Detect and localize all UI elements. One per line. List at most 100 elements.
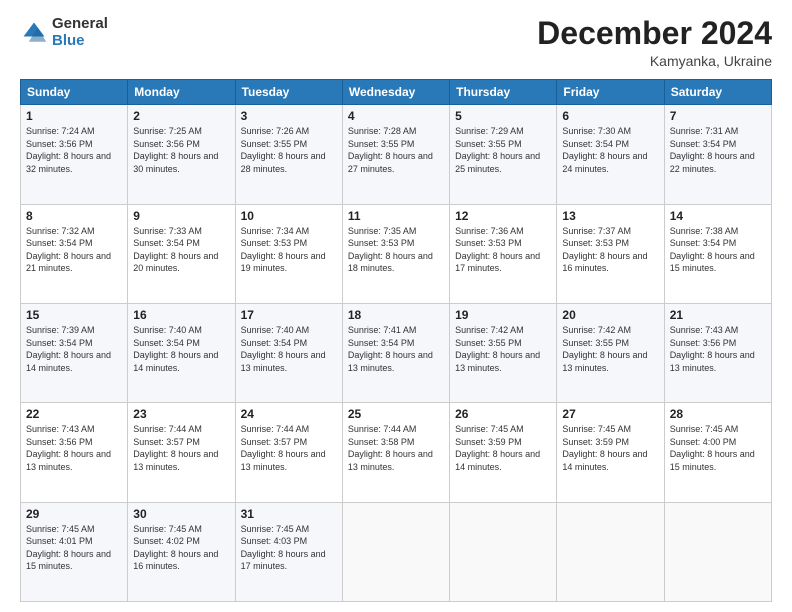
day-number: 12 bbox=[455, 209, 551, 223]
day-info: Sunrise: 7:42 AMSunset: 3:55 PMDaylight:… bbox=[562, 325, 647, 373]
day-cell-16: 16 Sunrise: 7:40 AMSunset: 3:54 PMDayligh… bbox=[128, 303, 235, 402]
day-cell-31: 31Sunrise: 7:45 AMSunset: 4:03 PMDayligh… bbox=[235, 502, 342, 601]
day-number: 7 bbox=[670, 109, 766, 123]
empty-cell bbox=[342, 502, 449, 601]
day-info: Sunrise: 7:29 AMSunset: 3:55 PMDaylight:… bbox=[455, 126, 540, 174]
day-info: Sunrise: 7:45 AMSunset: 4:02 PMDaylight:… bbox=[133, 524, 218, 572]
day-cell-13: 13Sunrise: 7:37 AMSunset: 3:53 PMDayligh… bbox=[557, 204, 664, 303]
logo-text: General Blue bbox=[52, 16, 108, 49]
day-number: 27 bbox=[562, 407, 658, 421]
day-info: Sunrise: 7:45 AMSunset: 3:59 PMDaylight:… bbox=[455, 424, 540, 472]
day-cell-24: 24 Sunrise: 7:44 AMSunset: 3:57 PMDayligh… bbox=[235, 403, 342, 502]
day-info: Sunrise: 7:31 AMSunset: 3:54 PMDaylight:… bbox=[670, 126, 755, 174]
day-number: 28 bbox=[670, 407, 766, 421]
day-number: 10 bbox=[241, 209, 337, 223]
logo-general: General bbox=[52, 15, 108, 32]
day-info: Sunrise: 7:24 AMSunset: 3:56 PMDaylight:… bbox=[26, 126, 111, 174]
day-number: 26 bbox=[455, 407, 551, 421]
day-info: Sunrise: 7:43 AMSunset: 3:56 PMDaylight:… bbox=[670, 325, 755, 373]
col-header-wednesday: Wednesday bbox=[342, 80, 449, 105]
day-cell-23: 23Sunrise: 7:44 AMSunset: 3:57 PMDayligh… bbox=[128, 403, 235, 502]
day-cell-1: 1Sunrise: 7:24 AMSunset: 3:56 PMDaylight… bbox=[21, 105, 128, 204]
col-header-friday: Friday bbox=[557, 80, 664, 105]
subtitle: Kamyanka, Ukraine bbox=[537, 53, 772, 69]
day-number: 11 bbox=[348, 209, 444, 223]
day-number: 30 bbox=[133, 507, 229, 521]
day-number: 9 bbox=[133, 209, 229, 223]
day-number: 3 bbox=[241, 109, 337, 123]
day-number: 21 bbox=[670, 308, 766, 322]
week-row-5: 29Sunrise: 7:45 AMSunset: 4:01 PMDayligh… bbox=[21, 502, 772, 601]
day-number: 4 bbox=[348, 109, 444, 123]
day-info: Sunrise: 7:40 AMSunset: 3:54 PMDaylight:… bbox=[241, 325, 326, 373]
day-number: 29 bbox=[26, 507, 122, 521]
week-row-1: 1Sunrise: 7:24 AMSunset: 3:56 PMDaylight… bbox=[21, 105, 772, 204]
day-cell-6: 6Sunrise: 7:30 AMSunset: 3:54 PMDaylight… bbox=[557, 105, 664, 204]
col-header-saturday: Saturday bbox=[664, 80, 771, 105]
day-info: Sunrise: 7:33 AMSunset: 3:54 PMDaylight:… bbox=[133, 226, 218, 274]
day-info: Sunrise: 7:25 AMSunset: 3:56 PMDaylight:… bbox=[133, 126, 218, 174]
title-block: December 2024 Kamyanka, Ukraine bbox=[537, 16, 772, 69]
day-cell-30: 30 Sunrise: 7:45 AMSunset: 4:02 PMDayligh… bbox=[128, 502, 235, 601]
day-cell-17: 17 Sunrise: 7:40 AMSunset: 3:54 PMDayligh… bbox=[235, 303, 342, 402]
day-info: Sunrise: 7:26 AMSunset: 3:55 PMDaylight:… bbox=[241, 126, 326, 174]
day-info: Sunrise: 7:42 AMSunset: 3:55 PMDaylight:… bbox=[455, 325, 540, 373]
col-header-monday: Monday bbox=[128, 80, 235, 105]
day-cell-21: 21 Sunrise: 7:43 AMSunset: 3:56 PMDayligh… bbox=[664, 303, 771, 402]
day-cell-3: 3 Sunrise: 7:26 AMSunset: 3:55 PMDaylight… bbox=[235, 105, 342, 204]
day-info: Sunrise: 7:40 AMSunset: 3:54 PMDaylight:… bbox=[133, 325, 218, 373]
day-info: Sunrise: 7:30 AMSunset: 3:54 PMDaylight:… bbox=[562, 126, 647, 174]
week-row-3: 15 Sunrise: 7:39 AMSunset: 3:54 PMDayligh… bbox=[21, 303, 772, 402]
day-info: Sunrise: 7:34 AMSunset: 3:53 PMDaylight:… bbox=[241, 226, 326, 274]
col-header-tuesday: Tuesday bbox=[235, 80, 342, 105]
header: General Blue December 2024 Kamyanka, Ukr… bbox=[20, 16, 772, 69]
day-cell-11: 11Sunrise: 7:35 AMSunset: 3:53 PMDayligh… bbox=[342, 204, 449, 303]
day-number: 16 bbox=[133, 308, 229, 322]
day-info: Sunrise: 7:38 AMSunset: 3:54 PMDaylight:… bbox=[670, 226, 755, 274]
day-number: 2 bbox=[133, 109, 229, 123]
day-cell-12: 12 Sunrise: 7:36 AMSunset: 3:53 PMDayligh… bbox=[450, 204, 557, 303]
day-info: Sunrise: 7:28 AMSunset: 3:55 PMDaylight:… bbox=[348, 126, 433, 174]
day-number: 15 bbox=[26, 308, 122, 322]
day-cell-19: 19 Sunrise: 7:42 AMSunset: 3:55 PMDayligh… bbox=[450, 303, 557, 402]
day-info: Sunrise: 7:45 AMSunset: 4:00 PMDaylight:… bbox=[670, 424, 755, 472]
day-cell-15: 15 Sunrise: 7:39 AMSunset: 3:54 PMDayligh… bbox=[21, 303, 128, 402]
day-number: 18 bbox=[348, 308, 444, 322]
day-number: 25 bbox=[348, 407, 444, 421]
day-cell-27: 27 Sunrise: 7:45 AMSunset: 3:59 PMDayligh… bbox=[557, 403, 664, 502]
month-title: December 2024 bbox=[537, 16, 772, 51]
day-cell-14: 14 Sunrise: 7:38 AMSunset: 3:54 PMDayligh… bbox=[664, 204, 771, 303]
day-info: Sunrise: 7:39 AMSunset: 3:54 PMDaylight:… bbox=[26, 325, 111, 373]
day-info: Sunrise: 7:44 AMSunset: 3:57 PMDaylight:… bbox=[241, 424, 326, 472]
col-header-thursday: Thursday bbox=[450, 80, 557, 105]
day-number: 24 bbox=[241, 407, 337, 421]
day-cell-4: 4 Sunrise: 7:28 AMSunset: 3:55 PMDaylight… bbox=[342, 105, 449, 204]
day-number: 14 bbox=[670, 209, 766, 223]
empty-cell bbox=[557, 502, 664, 601]
day-cell-7: 7 Sunrise: 7:31 AMSunset: 3:54 PMDaylight… bbox=[664, 105, 771, 204]
day-number: 23 bbox=[133, 407, 229, 421]
day-info: Sunrise: 7:32 AMSunset: 3:54 PMDaylight:… bbox=[26, 226, 111, 274]
day-number: 8 bbox=[26, 209, 122, 223]
day-cell-5: 5Sunrise: 7:29 AMSunset: 3:55 PMDaylight… bbox=[450, 105, 557, 204]
day-info: Sunrise: 7:36 AMSunset: 3:53 PMDaylight:… bbox=[455, 226, 540, 274]
day-cell-8: 8 Sunrise: 7:32 AMSunset: 3:54 PMDaylight… bbox=[21, 204, 128, 303]
day-info: Sunrise: 7:37 AMSunset: 3:53 PMDaylight:… bbox=[562, 226, 647, 274]
day-number: 19 bbox=[455, 308, 551, 322]
header-row: SundayMondayTuesdayWednesdayThursdayFrid… bbox=[21, 80, 772, 105]
logo: General Blue bbox=[20, 16, 108, 49]
day-info: Sunrise: 7:45 AMSunset: 3:59 PMDaylight:… bbox=[562, 424, 647, 472]
day-cell-18: 18 Sunrise: 7:41 AMSunset: 3:54 PMDayligh… bbox=[342, 303, 449, 402]
logo-blue: Blue bbox=[52, 32, 85, 49]
logo-icon bbox=[20, 19, 48, 47]
day-number: 17 bbox=[241, 308, 337, 322]
day-info: Sunrise: 7:41 AMSunset: 3:54 PMDaylight:… bbox=[348, 325, 433, 373]
week-row-2: 8 Sunrise: 7:32 AMSunset: 3:54 PMDaylight… bbox=[21, 204, 772, 303]
empty-cell bbox=[450, 502, 557, 601]
day-cell-25: 25Sunrise: 7:44 AMSunset: 3:58 PMDayligh… bbox=[342, 403, 449, 502]
day-cell-26: 26 Sunrise: 7:45 AMSunset: 3:59 PMDayligh… bbox=[450, 403, 557, 502]
day-cell-9: 9 Sunrise: 7:33 AMSunset: 3:54 PMDaylight… bbox=[128, 204, 235, 303]
day-info: Sunrise: 7:43 AMSunset: 3:56 PMDaylight:… bbox=[26, 424, 111, 472]
calendar-table: SundayMondayTuesdayWednesdayThursdayFrid… bbox=[20, 79, 772, 602]
day-cell-2: 2 Sunrise: 7:25 AMSunset: 3:56 PMDaylight… bbox=[128, 105, 235, 204]
